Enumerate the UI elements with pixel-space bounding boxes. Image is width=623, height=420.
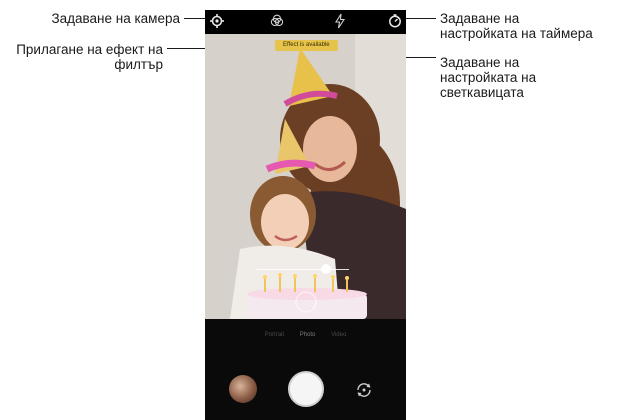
callout-line-timer (405, 18, 436, 19)
callout-timer-line1: Задаване на (440, 11, 520, 26)
phone-screen: Effect is available Portrait Photo Video (205, 10, 406, 420)
timer-icon[interactable] (387, 13, 403, 29)
flash-icon[interactable] (332, 13, 348, 29)
callout-filter-effect-line2: филтър (114, 57, 163, 72)
callout-filter-effect-line1: Прилагане на ефект на (16, 42, 163, 57)
mode-bar: Portrait Photo Video (205, 328, 406, 342)
callout-camera-settings: Задаване на камера (28, 11, 180, 26)
callout-flash-line2: настройката на (440, 70, 537, 85)
callout-camera-settings-text: Задаване на камера (51, 11, 180, 26)
mode-portrait[interactable]: Portrait (265, 328, 284, 342)
mode-video[interactable]: Video (331, 328, 346, 342)
gallery-thumbnail[interactable] (229, 375, 257, 403)
switch-camera-icon[interactable] (355, 381, 373, 399)
filter-icon[interactable] (269, 13, 285, 29)
callout-flash-line3: светкавицата (440, 85, 524, 100)
callout-timer: Задаване на настройката на таймера (440, 11, 620, 41)
mode-photo[interactable]: Photo (300, 328, 316, 342)
gear-icon[interactable] (209, 13, 225, 29)
camera-top-bar (205, 10, 406, 34)
zoom-slider-track[interactable] (257, 269, 349, 270)
filter-effect-tag: Effect is available (275, 40, 338, 51)
camera-viewfinder[interactable]: Effect is available (205, 34, 406, 319)
zoom-slider-knob[interactable] (321, 264, 331, 274)
callout-line-camera (184, 18, 206, 19)
callout-filter-effect: Прилагане на ефект на филтър (4, 42, 163, 72)
callout-flash: Задаване на настройката на светкавицата (440, 55, 620, 100)
shutter-button[interactable] (288, 371, 324, 407)
callout-timer-line2: настройката на таймера (440, 26, 593, 41)
callout-flash-line1: Задаване на (440, 55, 520, 70)
preview-photo (205, 34, 406, 319)
